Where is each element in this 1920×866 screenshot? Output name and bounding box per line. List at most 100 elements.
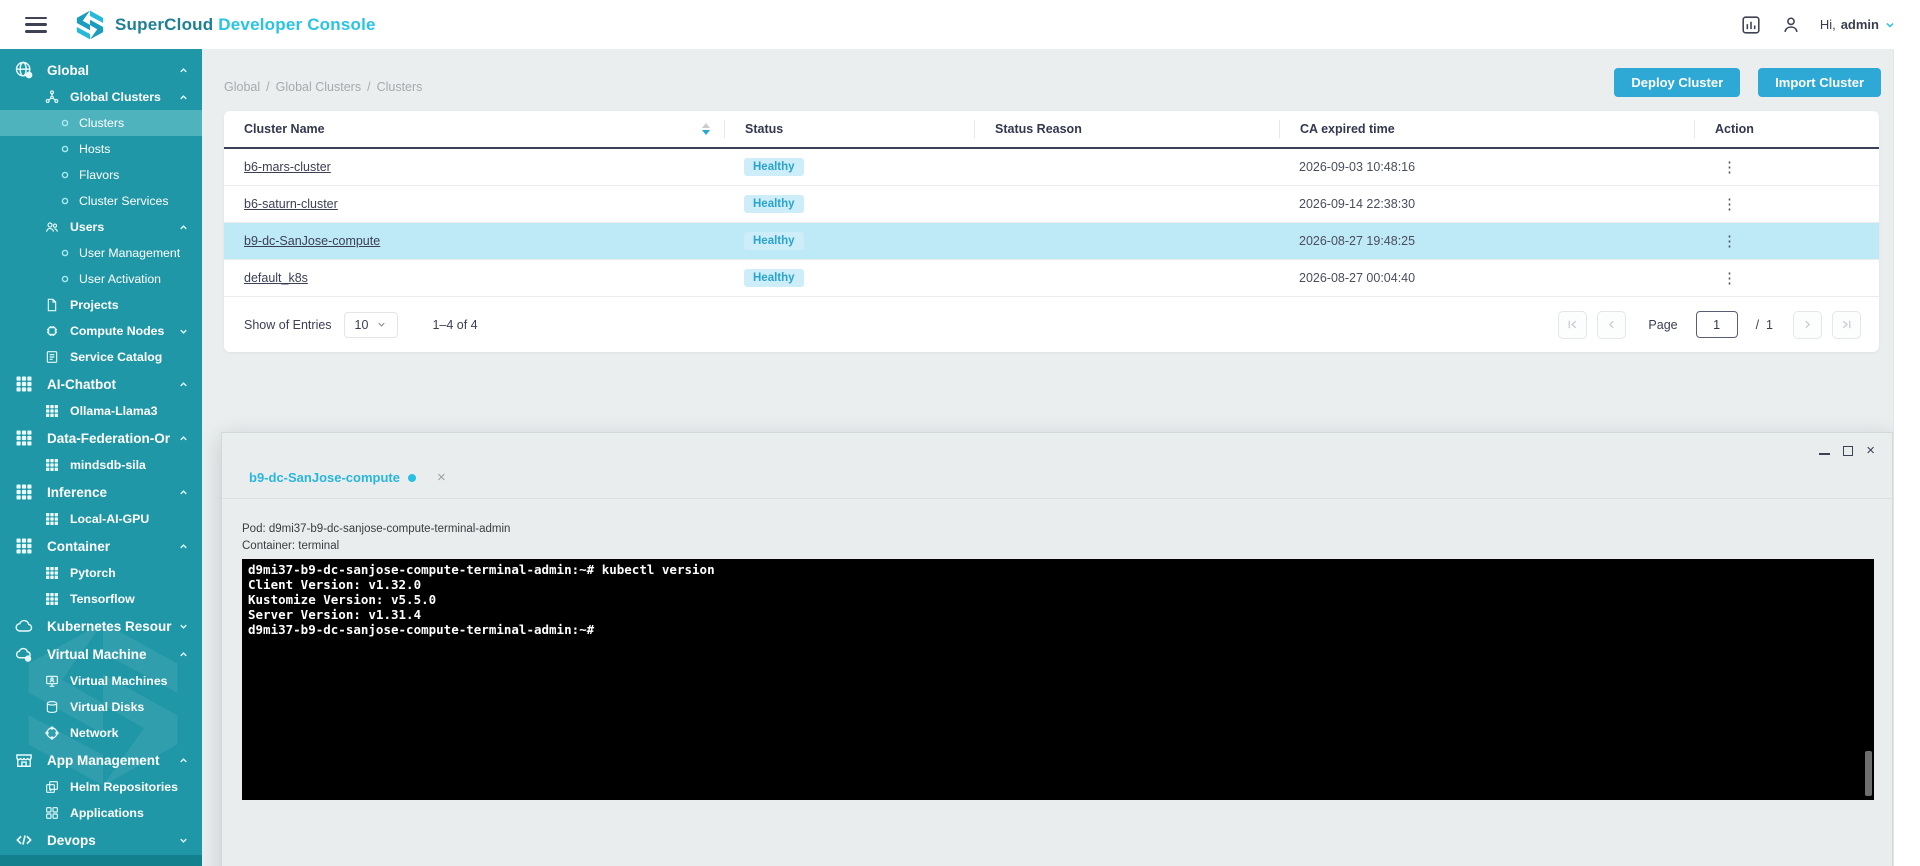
table-row-b9-dc-sanjose-compute[interactable]: b9-dc-SanJose-computeHealthy2026-08-27 1… — [224, 223, 1879, 260]
username: admin — [1841, 17, 1879, 32]
column-header-cluster-name[interactable]: Cluster Name — [224, 120, 724, 138]
sidebar-item-hosts[interactable]: Hosts — [0, 136, 202, 162]
sidebar-item-cluster-services[interactable]: Cluster Services — [0, 188, 202, 214]
chevron-up-icon — [178, 379, 189, 390]
next-page-button[interactable] — [1793, 311, 1822, 339]
sidebar-item-tensorflow[interactable]: Tensorflow — [0, 586, 202, 612]
breadcrumb: Global/Global Clusters/Clusters — [224, 80, 422, 94]
cluster-name-link[interactable]: default_k8s — [244, 271, 308, 285]
sidebar-item-helm-repositories[interactable]: Helm Repositories — [0, 774, 202, 800]
page-number-input[interactable] — [1696, 311, 1738, 338]
sidebar-item-label: Compute Nodes — [70, 324, 164, 338]
sidebar-item-network[interactable]: Network — [0, 720, 202, 746]
sidebar-item-users[interactable]: Users — [0, 214, 202, 240]
row-actions-kebab-icon[interactable]: ⋮ — [1714, 269, 1745, 287]
sidebar-item-label: Kubernetes Resour — [47, 619, 172, 634]
page-size-select[interactable]: 10 — [344, 312, 399, 338]
users-icon — [44, 219, 60, 235]
sidebar-item-service-catalog[interactable]: Service Catalog — [0, 344, 202, 370]
chevron-down-icon — [1884, 19, 1896, 31]
terminal-scrollbar-thumb[interactable] — [1865, 751, 1872, 796]
sidebar-nav: Global Global Clusters Clusters Hosts Flavor… — [0, 49, 202, 866]
row-actions-kebab-icon[interactable]: ⋮ — [1714, 232, 1745, 250]
sidebar-item-user-activation[interactable]: User Activation — [0, 266, 202, 292]
cluster-name-link[interactable]: b6-mars-cluster — [244, 160, 331, 174]
sidebar-item-label: AI-Chatbot — [47, 377, 116, 392]
chevron-down-icon — [178, 326, 189, 337]
store-icon — [14, 750, 34, 770]
table-row-b6-saturn-cluster[interactable]: b6-saturn-clusterHealthy2026-09-14 22:38… — [224, 186, 1879, 223]
table-row-b6-mars-cluster[interactable]: b6-mars-clusterHealthy2026-09-03 10:48:1… — [224, 149, 1879, 186]
sidebar-item-mindsdb-sila[interactable]: mindsdb-sila — [0, 452, 202, 478]
sidebar-item-label: Inference — [47, 485, 107, 500]
terminal-tab[interactable]: b9-dc-SanJose-compute — [249, 470, 416, 485]
close-window-icon[interactable]: × — [1866, 444, 1875, 458]
sidebar-item-flavors[interactable]: Flavors — [0, 162, 202, 188]
terminal-output: d9mi37-b9-dc-sanjose-compute-terminal-ad… — [248, 562, 1864, 637]
tab-close-icon[interactable]: × — [437, 469, 446, 486]
sort-icon[interactable] — [702, 123, 710, 135]
sidebar-item-label: Global Clusters — [70, 90, 161, 104]
supercloud-logo-icon — [75, 10, 105, 40]
show-entries-label: Show of Entries — [244, 318, 332, 332]
terminal-screen[interactable]: d9mi37-b9-dc-sanjose-compute-terminal-ad… — [242, 559, 1874, 800]
previous-page-button[interactable] — [1597, 311, 1626, 339]
sidebar-item-inference[interactable]: Inference — [0, 478, 202, 506]
sidebar-item-applications[interactable]: Applications — [0, 800, 202, 826]
import-cluster-button[interactable]: Import Cluster — [1758, 68, 1881, 97]
sidebar-item-clusters[interactable]: Clusters — [0, 110, 202, 136]
sidebar-item-virtual-machine[interactable]: Virtual Machine — [0, 640, 202, 668]
catalog-icon — [44, 349, 60, 365]
sidebar-item-projects[interactable]: Projects — [0, 292, 202, 318]
sidebar-item-ai-chatbot[interactable]: AI-Chatbot — [0, 370, 202, 398]
user-profile-icon[interactable] — [1780, 14, 1802, 36]
grid-icon — [44, 457, 60, 473]
row-actions-kebab-icon[interactable]: ⋮ — [1714, 158, 1745, 176]
sidebar-item-virtual-disks[interactable]: Virtual Disks — [0, 694, 202, 720]
sidebar-item-global-clusters[interactable]: Global Clusters — [0, 84, 202, 110]
globe-gear-icon — [14, 60, 34, 80]
chevron-down-icon — [178, 835, 189, 846]
connection-status-dot — [408, 474, 416, 482]
sidebar-item-devops[interactable]: Devops — [0, 826, 202, 854]
sidebar-item-pytorch[interactable]: Pytorch — [0, 560, 202, 586]
chevron-up-icon — [178, 487, 189, 498]
cluster-name-link[interactable]: b9-dc-SanJose-compute — [244, 234, 380, 248]
sidebar-item-global[interactable]: Global — [0, 56, 202, 84]
sidebar-item-container[interactable]: Container — [0, 532, 202, 560]
sidebar-item-ollama-llama3[interactable]: Ollama-Llama3 — [0, 398, 202, 424]
sidebar-item-label: User Management — [79, 246, 180, 260]
hamburger-menu-icon[interactable] — [25, 17, 47, 33]
sidebar-item-label: Hosts — [79, 142, 110, 156]
sidebar-item-user-management[interactable]: User Management — [0, 240, 202, 266]
sidebar-item-kubernetes-resour[interactable]: Kubernetes Resour — [0, 612, 202, 640]
maximize-window-icon[interactable] — [1843, 444, 1853, 458]
table-row-default-k8s[interactable]: default_k8sHealthy2026-08-27 00:04:40⋮ — [224, 260, 1879, 297]
sidebar-item-label: Virtual Disks — [70, 700, 144, 714]
chevron-up-icon — [178, 92, 189, 103]
cluster-name-link[interactable]: b6-saturn-cluster — [244, 197, 338, 211]
user-menu[interactable]: Hi, admin — [1820, 17, 1896, 32]
sidebar-item-app-management[interactable]: App Management — [0, 746, 202, 774]
minimize-window-icon[interactable] — [1819, 448, 1830, 455]
last-page-button[interactable] — [1832, 311, 1861, 339]
first-page-button[interactable] — [1558, 311, 1587, 339]
sidebar-item-label: Service Catalog — [70, 350, 162, 364]
deploy-cluster-button[interactable]: Deploy Cluster — [1614, 68, 1740, 97]
status-badge: Healthy — [744, 232, 804, 250]
sidebar-item-compute-nodes[interactable]: Compute Nodes — [0, 318, 202, 344]
sidebar-item-label: Applications — [70, 806, 144, 820]
metrics-chart-icon[interactable] — [1740, 14, 1762, 36]
breadcrumb-item-global[interactable]: Global — [224, 80, 260, 94]
row-actions-kebab-icon[interactable]: ⋮ — [1714, 195, 1745, 213]
breadcrumb-item-global-clusters[interactable]: Global Clusters — [276, 80, 361, 94]
breadcrumb-separator: / — [266, 80, 269, 94]
breadcrumb-separator: / — [367, 80, 370, 94]
sidebar-item-data-federation-or[interactable]: Data-Federation-Or — [0, 424, 202, 452]
chevron-up-icon — [178, 755, 189, 766]
sidebar-item-label: Tensorflow — [70, 592, 135, 606]
chevron-up-icon — [178, 222, 189, 233]
sidebar-item-virtual-machines[interactable]: Virtual Machines — [0, 668, 202, 694]
sidebar-item-local-ai-gpu[interactable]: Local-AI-GPU — [0, 506, 202, 532]
grid-icon — [14, 536, 34, 556]
